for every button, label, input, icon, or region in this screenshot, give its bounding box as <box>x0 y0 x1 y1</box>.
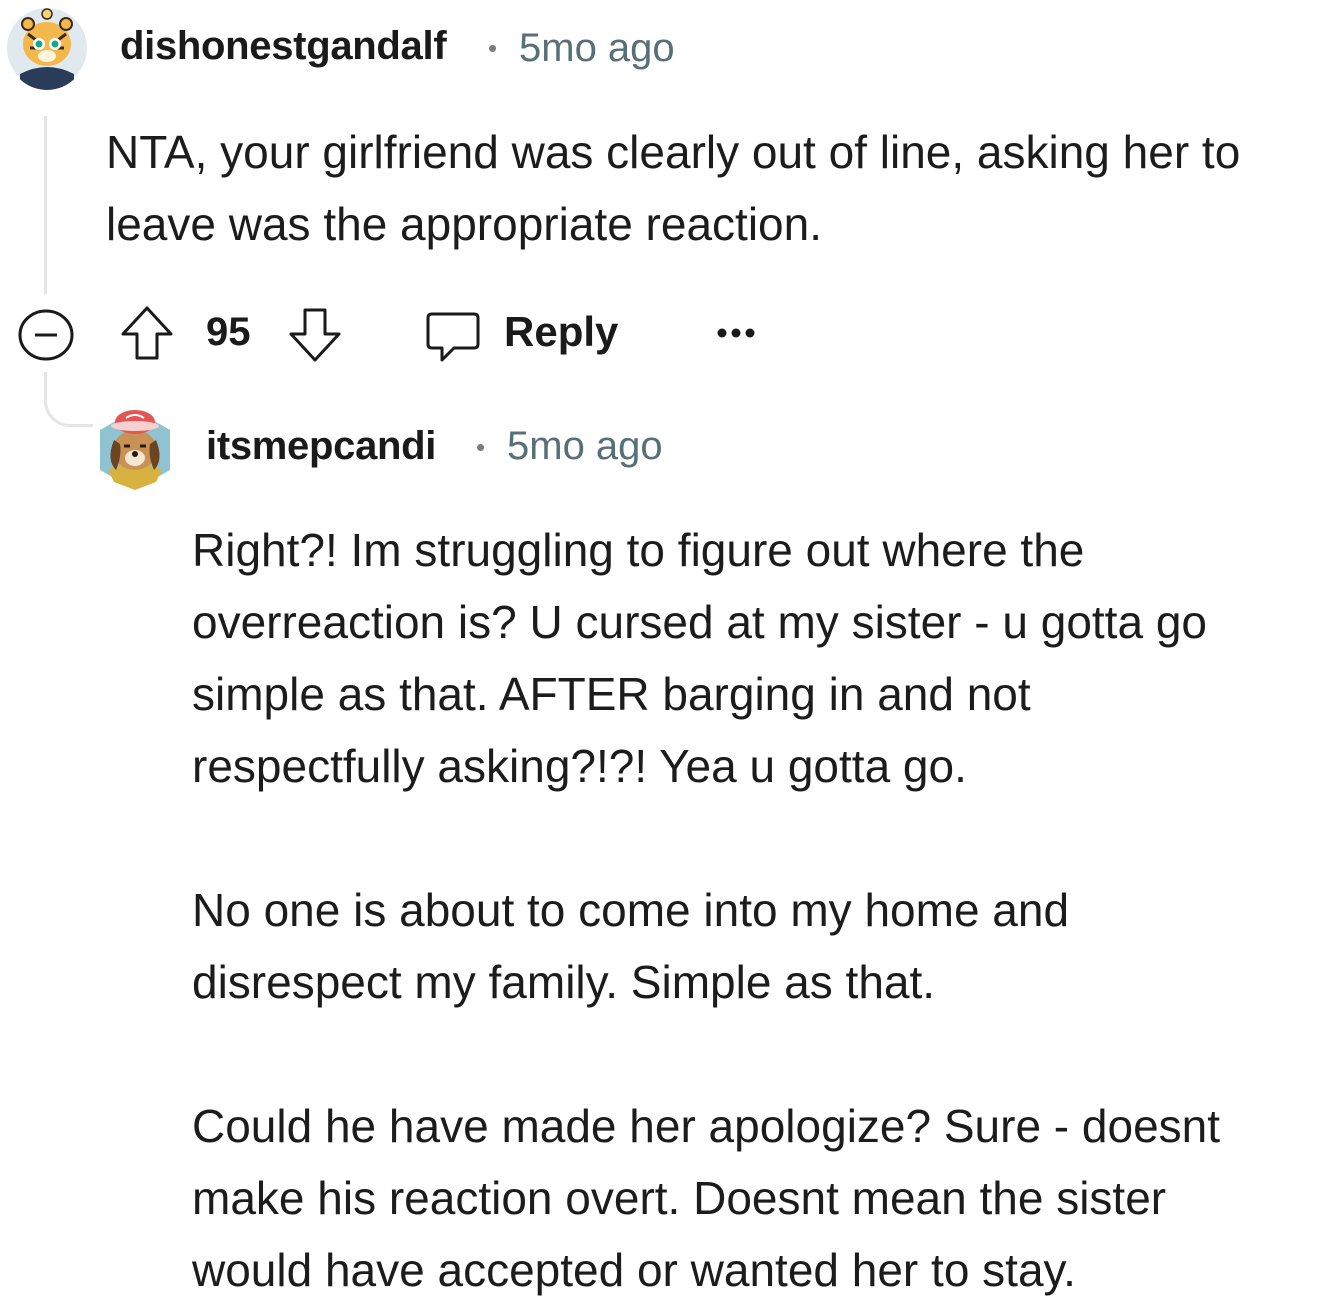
meta-separator: • <box>476 432 486 462</box>
vote-score: 95 <box>206 310 251 354</box>
reply-label: Reply <box>504 308 619 355</box>
comment-author[interactable]: dishonestgandalf <box>120 24 447 69</box>
comment-timestamp: 5mo ago <box>519 26 675 70</box>
thread-line <box>44 116 47 294</box>
comment-body: NTA, your girlfriend was clearly out of … <box>106 126 1241 250</box>
reply-timestamp: 5mo ago <box>507 424 663 468</box>
ellipsis-icon[interactable] <box>712 318 760 348</box>
meta-separator: • <box>488 33 498 63</box>
thread-connector <box>44 372 93 427</box>
minus-circle-icon[interactable] <box>16 308 76 362</box>
reply-button[interactable]: Reply <box>420 304 620 366</box>
comment-action-bar: 95 Reply <box>0 300 800 370</box>
reply-body: Right?! Im struggling to figure out wher… <box>192 524 1221 1296</box>
arrow-up-icon[interactable] <box>118 304 176 362</box>
tiger-avatar-icon[interactable] <box>6 4 88 90</box>
arrow-down-icon[interactable] <box>286 306 344 364</box>
speech-bubble-icon <box>426 312 480 362</box>
dog-avatar-icon[interactable] <box>96 400 174 492</box>
reply-author[interactable]: itsmepcandi <box>206 424 436 469</box>
